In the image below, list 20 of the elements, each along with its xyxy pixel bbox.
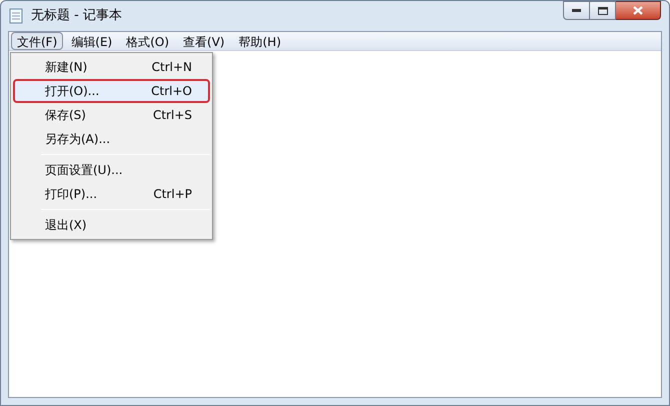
menu-option[interactable]: 打印(P)... Ctrl+P <box>13 182 210 206</box>
menu-item[interactable]: 查看(V) <box>177 32 231 50</box>
minimize-button[interactable] <box>563 1 590 20</box>
menu-option[interactable]: 页面设置(U)... <box>13 158 210 182</box>
window-title: 无标题 - 记事本 <box>31 7 122 26</box>
maximize-button[interactable] <box>590 1 616 20</box>
minimize-icon <box>572 9 581 12</box>
maximize-icon <box>598 6 608 14</box>
close-button[interactable] <box>616 1 661 20</box>
menu-item[interactable]: 帮助(H) <box>232 32 287 50</box>
menu-item[interactable]: 编辑(E) <box>65 32 118 50</box>
menu-option[interactable]: 新建(N) Ctrl+N <box>13 55 210 79</box>
notepad-icon <box>9 8 23 24</box>
menu-item[interactable]: 格式(O) <box>120 32 176 50</box>
menu-item[interactable]: 文件(F) <box>11 32 64 50</box>
menu-option[interactable]: 打开(O)... Ctrl+O <box>13 79 210 103</box>
menu-option[interactable]: 保存(S) Ctrl+S <box>13 103 210 127</box>
close-icon <box>633 6 643 15</box>
menu-option[interactable]: 另存为(A)... <box>13 127 210 151</box>
menu-option[interactable]: 退出(X) <box>13 213 210 237</box>
